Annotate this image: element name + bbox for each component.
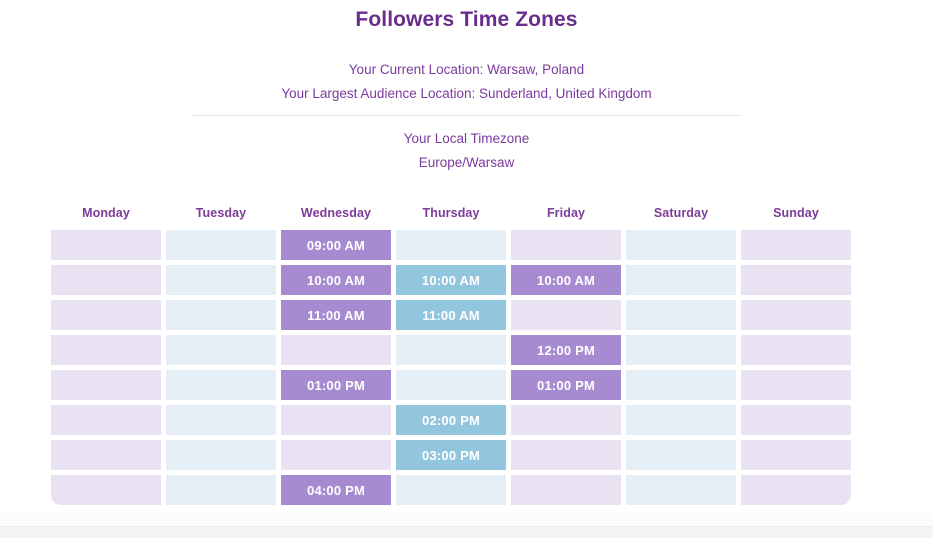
empty-slot-saturday-6[interactable] <box>626 440 736 470</box>
time-slot-wednesday-0[interactable]: 09:00 AM <box>281 230 391 260</box>
time-slot-thursday-5[interactable]: 02:00 PM <box>396 405 506 435</box>
empty-slot-tuesday-7[interactable] <box>166 475 276 505</box>
empty-slot-friday-5[interactable] <box>511 405 621 435</box>
time-slot-friday-3[interactable]: 12:00 PM <box>511 335 621 365</box>
page-title: Followers Time Zones <box>355 8 578 31</box>
empty-slot-tuesday-6[interactable] <box>166 440 276 470</box>
empty-slot-monday-1[interactable] <box>51 265 161 295</box>
time-slot-wednesday-7[interactable]: 04:00 PM <box>281 475 391 505</box>
empty-slot-tuesday-2[interactable] <box>166 300 276 330</box>
empty-slot-monday-3[interactable] <box>51 335 161 365</box>
empty-slot-saturday-1[interactable] <box>626 265 736 295</box>
empty-slot-sunday-0[interactable] <box>741 230 851 260</box>
empty-slot-saturday-2[interactable] <box>626 300 736 330</box>
day-header-tuesday: Tuesday <box>195 206 247 220</box>
empty-slot-thursday-0[interactable] <box>396 230 506 260</box>
largest-audience-location-text: Your Largest Audience Location: Sunderla… <box>281 86 652 101</box>
section-divider <box>192 115 741 116</box>
local-timezone-value: Europe/Warsaw <box>418 155 515 170</box>
footer-gap <box>0 512 933 526</box>
local-timezone-block: Your Local Timezone Europe/Warsaw <box>404 127 530 175</box>
time-slot-wednesday-4[interactable]: 01:00 PM <box>281 370 391 400</box>
empty-slot-friday-2[interactable] <box>511 300 621 330</box>
empty-slot-monday-5[interactable] <box>51 405 161 435</box>
empty-slot-friday-0[interactable] <box>511 230 621 260</box>
empty-slot-wednesday-5[interactable] <box>281 405 391 435</box>
time-slot-wednesday-2[interactable]: 11:00 AM <box>281 300 391 330</box>
empty-slot-monday-7[interactable] <box>51 475 161 505</box>
empty-slot-tuesday-0[interactable] <box>166 230 276 260</box>
empty-slot-thursday-3[interactable] <box>396 335 506 365</box>
empty-slot-friday-6[interactable] <box>511 440 621 470</box>
time-slot-thursday-6[interactable]: 03:00 PM <box>396 440 506 470</box>
day-header-saturday: Saturday <box>653 206 709 220</box>
empty-slot-tuesday-1[interactable] <box>166 265 276 295</box>
empty-slot-sunday-6[interactable] <box>741 440 851 470</box>
empty-slot-saturday-4[interactable] <box>626 370 736 400</box>
empty-slot-sunday-5[interactable] <box>741 405 851 435</box>
empty-slot-thursday-7[interactable] <box>396 475 506 505</box>
empty-slot-sunday-7[interactable] <box>741 475 851 505</box>
time-slot-grid: 09:00 AM 10:00 AM 10:00 AM 10:00 AM 11:00 AM… <box>51 230 851 505</box>
empty-slot-saturday-3[interactable] <box>626 335 736 365</box>
followers-time-zones-page: Followers Time Zones Your Current Locati… <box>0 0 933 538</box>
empty-slot-friday-7[interactable] <box>511 475 621 505</box>
empty-slot-tuesday-4[interactable] <box>166 370 276 400</box>
empty-slot-wednesday-6[interactable] <box>281 440 391 470</box>
empty-slot-monday-2[interactable] <box>51 300 161 330</box>
time-slot-friday-4[interactable]: 01:00 PM <box>511 370 621 400</box>
empty-slot-wednesday-3[interactable] <box>281 335 391 365</box>
day-header-friday: Friday <box>546 206 586 220</box>
time-slot-friday-1[interactable]: 10:00 AM <box>511 265 621 295</box>
empty-slot-saturday-7[interactable] <box>626 475 736 505</box>
empty-slot-sunday-1[interactable] <box>741 265 851 295</box>
empty-slot-saturday-0[interactable] <box>626 230 736 260</box>
time-slot-wednesday-1[interactable]: 10:00 AM <box>281 265 391 295</box>
local-timezone-label: Your Local Timezone <box>403 131 530 146</box>
empty-slot-tuesday-5[interactable] <box>166 405 276 435</box>
day-header-thursday: Thursday <box>422 206 480 220</box>
empty-slot-thursday-4[interactable] <box>396 370 506 400</box>
day-header-wednesday: Wednesday <box>300 206 372 220</box>
schedule-grid: Monday Tuesday Wednesday Thursday Friday Satu… <box>51 205 851 505</box>
current-location-text: Your Current Location: Warsaw, Poland <box>348 62 585 77</box>
time-slot-thursday-2[interactable]: 11:00 AM <box>396 300 506 330</box>
day-header-sunday: Sunday <box>773 206 819 220</box>
empty-slot-monday-0[interactable] <box>51 230 161 260</box>
footer-band <box>0 526 933 538</box>
empty-slot-monday-4[interactable] <box>51 370 161 400</box>
empty-slot-saturday-5[interactable] <box>626 405 736 435</box>
empty-slot-sunday-3[interactable] <box>741 335 851 365</box>
locations-block: Your Current Location: Warsaw, Poland Yo… <box>281 58 651 106</box>
empty-slot-tuesday-3[interactable] <box>166 335 276 365</box>
time-slot-thursday-1[interactable]: 10:00 AM <box>396 265 506 295</box>
empty-slot-sunday-2[interactable] <box>741 300 851 330</box>
day-header-row: Monday Tuesday Wednesday Thursday Friday Satu… <box>51 205 851 221</box>
day-header-monday: Monday <box>82 206 130 220</box>
empty-slot-sunday-4[interactable] <box>741 370 851 400</box>
empty-slot-monday-6[interactable] <box>51 440 161 470</box>
